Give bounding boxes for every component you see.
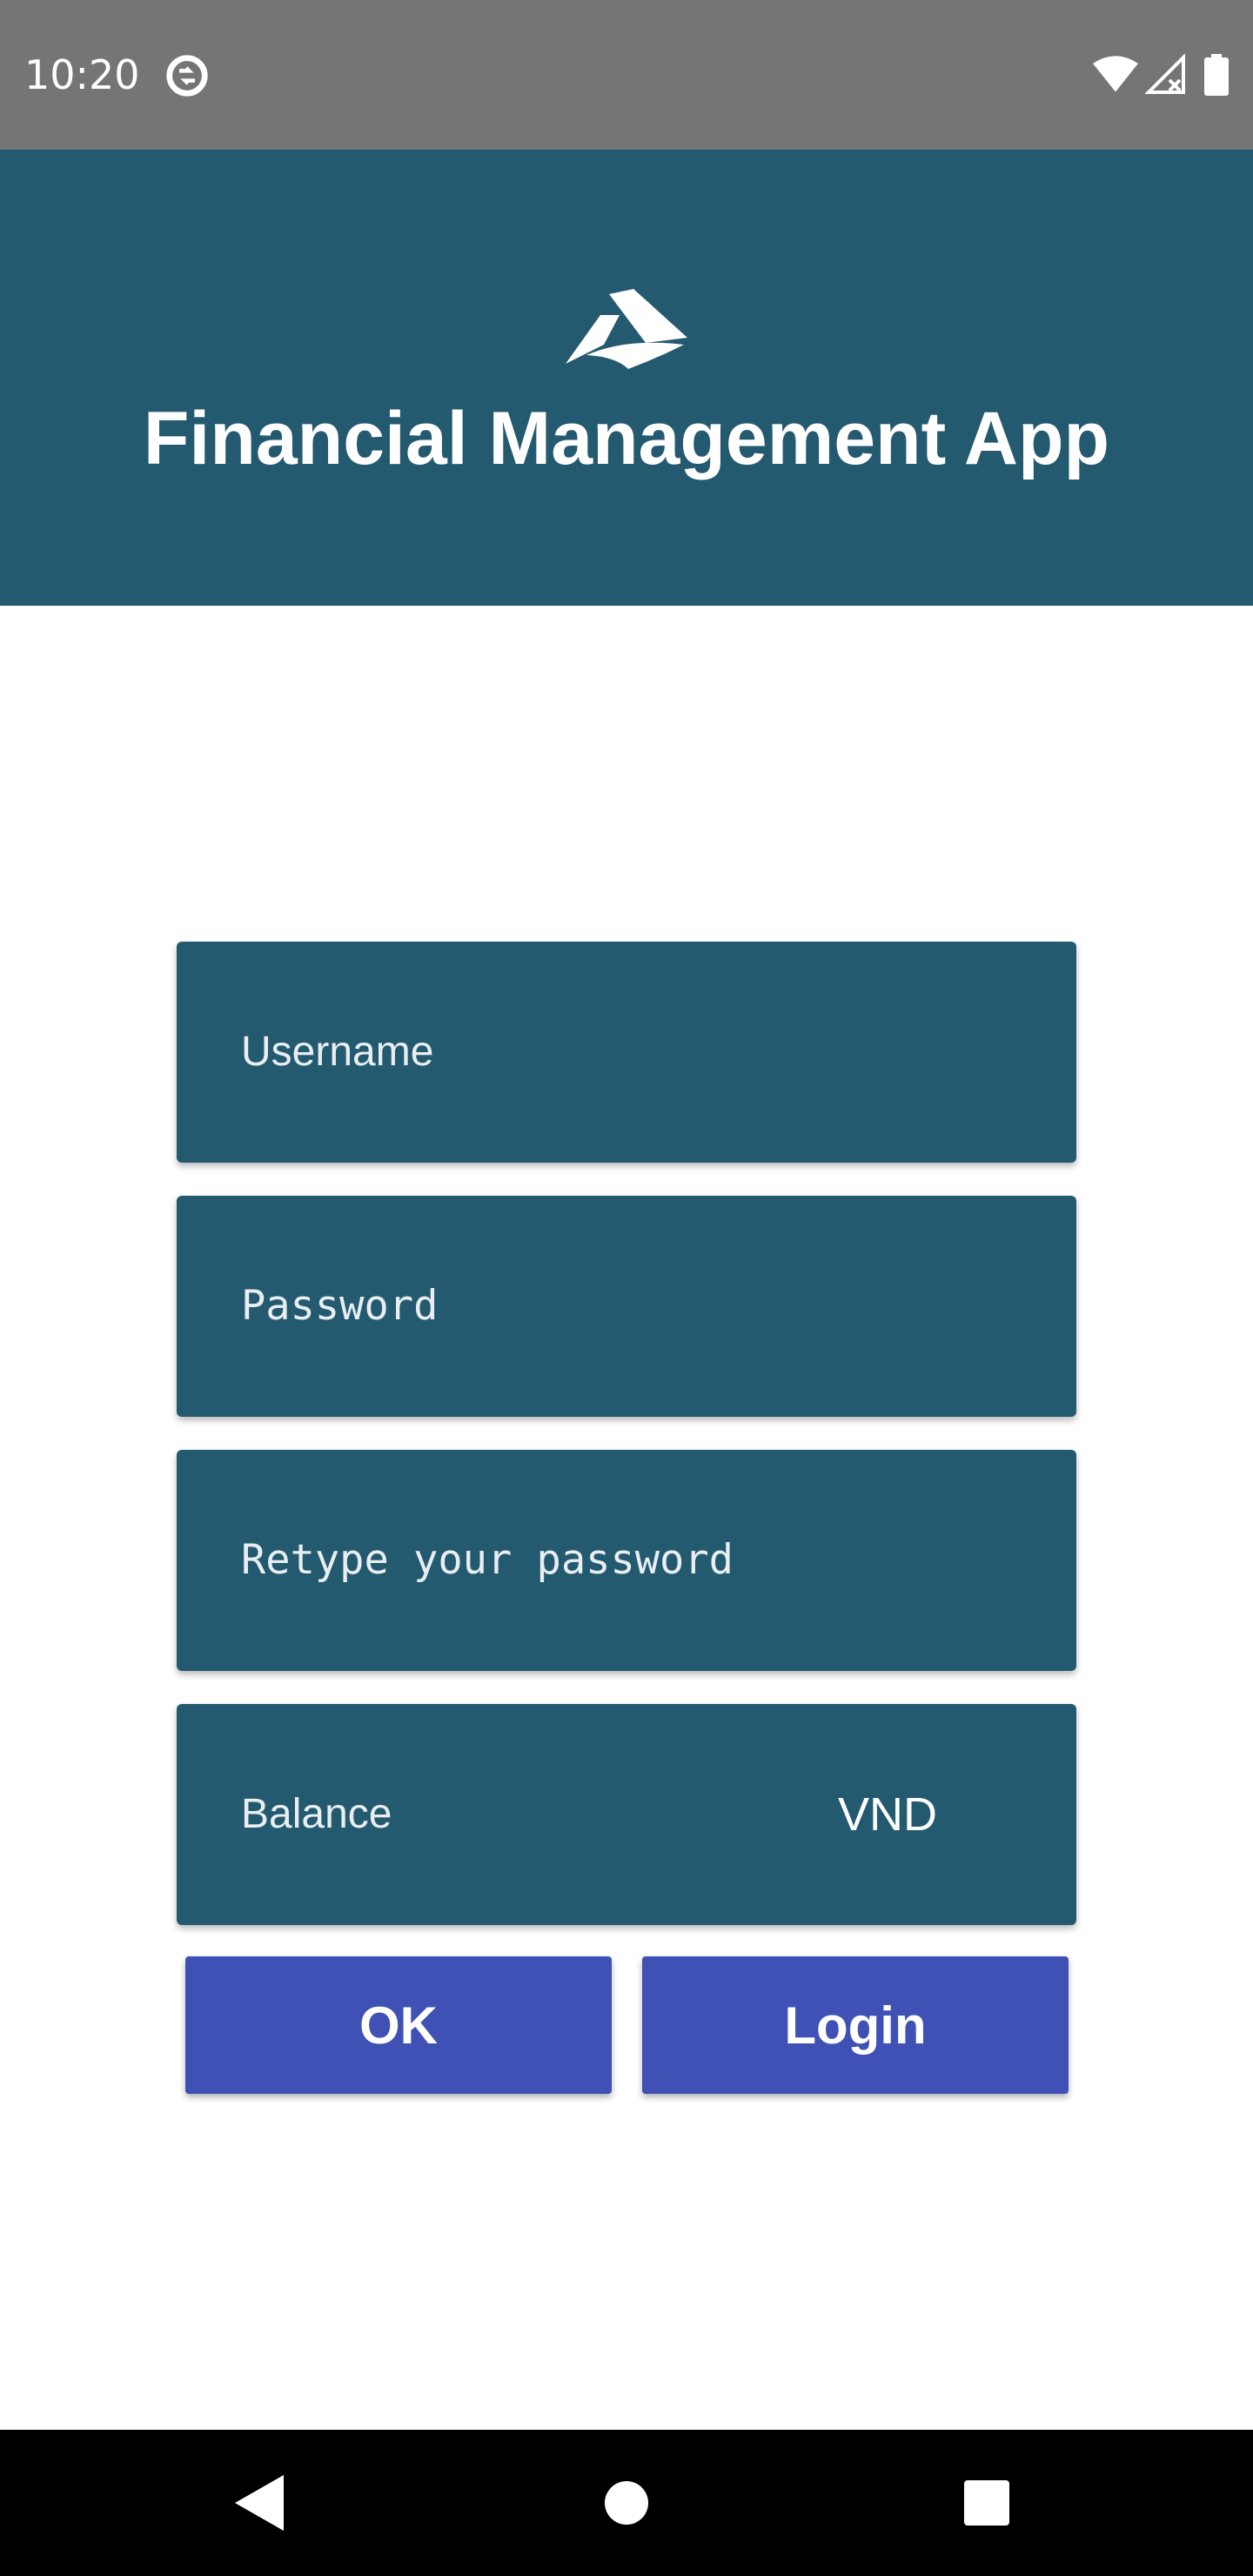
password-field[interactable]: Password [177, 1196, 1076, 1417]
register-screen: 10:20 Financial Management App Username [0, 0, 1253, 2576]
username-field[interactable]: Username [177, 942, 1076, 1163]
retype-password-field[interactable]: Retype your password [177, 1450, 1076, 1671]
signal-icon [1145, 54, 1185, 94]
app-title: Financial Management App [143, 397, 1110, 480]
back-icon[interactable] [235, 2475, 287, 2531]
navigation-bar [0, 2430, 1253, 2576]
currency-unit-label: VND [838, 1788, 938, 1841]
paper-plane-logo-icon [566, 289, 687, 369]
retype-password-placeholder: Retype your password [241, 1536, 734, 1584]
app-header: Financial Management App [0, 150, 1253, 606]
ok-button[interactable]: OK [185, 1956, 612, 2094]
balance-field[interactable]: Balance VND [177, 1704, 1076, 1925]
wifi-icon [1093, 56, 1138, 92]
username-placeholder: Username [241, 1029, 434, 1075]
balance-placeholder: Balance [241, 1791, 392, 1837]
recents-icon[interactable] [964, 2480, 1009, 2526]
status-time: 10:20 [24, 51, 140, 98]
home-icon[interactable] [604, 2480, 649, 2526]
login-button[interactable]: Login [642, 1956, 1069, 2094]
sync-icon [166, 55, 208, 97]
password-placeholder: Password [241, 1282, 439, 1330]
status-bar: 10:20 [0, 0, 1253, 150]
battery-icon [1204, 54, 1229, 96]
